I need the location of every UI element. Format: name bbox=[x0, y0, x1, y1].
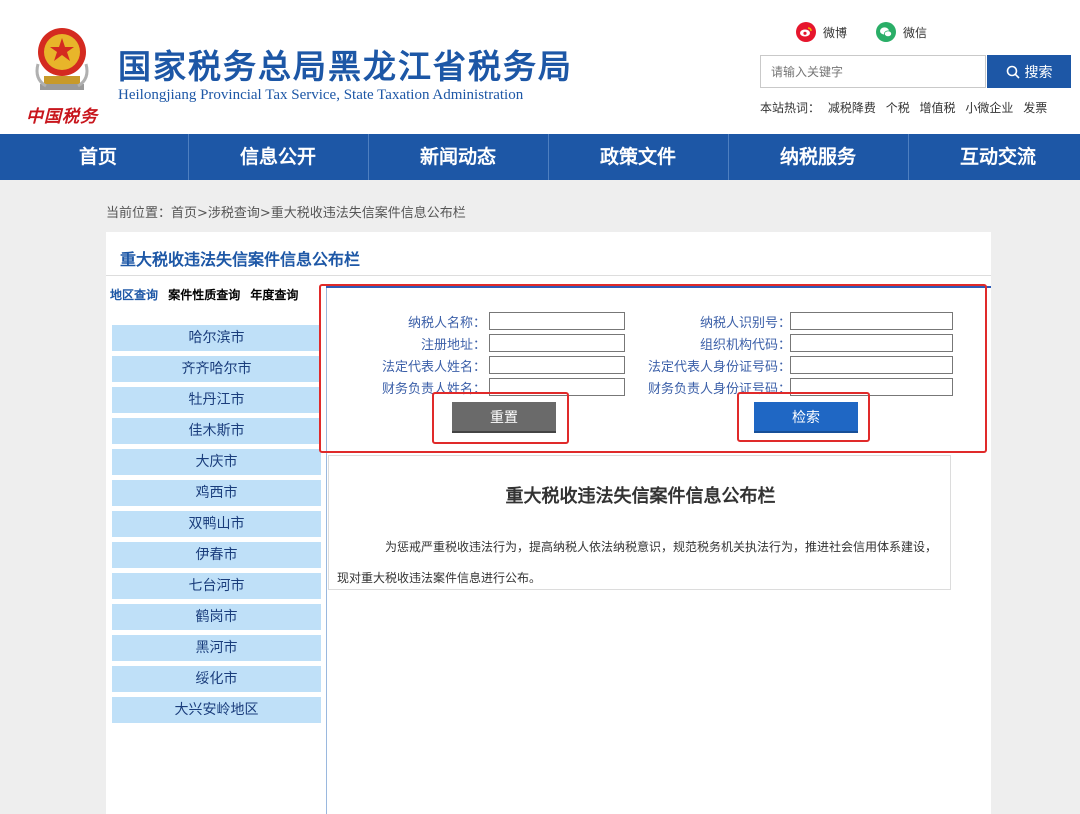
city-item[interactable]: 齐齐哈尔市 bbox=[112, 356, 321, 382]
nav-item-policy[interactable]: 政策文件 bbox=[548, 134, 728, 180]
nav-item-interaction[interactable]: 互动交流 bbox=[908, 134, 1080, 180]
nav-item-tax-service[interactable]: 纳税服务 bbox=[728, 134, 908, 180]
form-highlight-box bbox=[319, 284, 987, 453]
city-item[interactable]: 七台河市 bbox=[112, 573, 321, 599]
weibo-label: 微博 bbox=[823, 25, 848, 40]
hot-word-link[interactable]: 减税降费 bbox=[828, 101, 876, 115]
wechat-icon bbox=[876, 22, 896, 42]
site-subtitle: Heilongjiang Provincial Tax Service, Sta… bbox=[118, 87, 524, 103]
hot-word-link[interactable]: 增值税 bbox=[920, 101, 956, 115]
city-item[interactable]: 牡丹江市 bbox=[112, 387, 321, 413]
nav-item-info-disclosure[interactable]: 信息公开 bbox=[188, 134, 368, 180]
hot-word-link[interactable]: 个税 bbox=[886, 101, 910, 115]
emblem-calligraphy: 中国税务 bbox=[26, 107, 98, 127]
notice-box: 重大税收违法失信案件信息公布栏 为惩戒严重税收违法行为，提高纳税人依法纳税意识，… bbox=[328, 455, 951, 590]
wechat-label: 微信 bbox=[903, 25, 928, 40]
wechat-link[interactable]: 微信 bbox=[876, 22, 927, 42]
hot-words: 本站热词： 减税降费 个税 增值税 小微企业 发票 bbox=[760, 99, 1053, 116]
notice-text: 为惩戒严重税收违法行为，提高纳税人依法纳税意识，规范税务机关执法行为，推进社会信… bbox=[337, 540, 938, 585]
tab-region-query[interactable]: 地区查询 bbox=[110, 288, 158, 302]
nav-item-news[interactable]: 新闻动态 bbox=[368, 134, 548, 180]
main-nav: 首页 信息公开 新闻动态 政策文件 纳税服务 互动交流 bbox=[0, 134, 1080, 180]
search-highlight-box bbox=[737, 392, 870, 442]
city-item[interactable]: 哈尔滨市 bbox=[112, 325, 321, 351]
notice-title: 重大税收违法失信案件信息公布栏 bbox=[505, 486, 776, 507]
city-item[interactable]: 鹤岗市 bbox=[112, 604, 321, 630]
hot-words-label: 本站热词： bbox=[760, 101, 821, 115]
search-input[interactable] bbox=[760, 55, 986, 88]
hot-word-link[interactable]: 小微企业 bbox=[965, 101, 1013, 115]
city-item[interactable]: 佳木斯市 bbox=[112, 418, 321, 444]
tab-case-type-query[interactable]: 案件性质查询 bbox=[168, 288, 240, 302]
panel-title: 重大税收违法失信案件信息公布栏 bbox=[120, 250, 361, 269]
city-list: 哈尔滨市 齐齐哈尔市 牡丹江市 佳木斯市 大庆市 鸡西市 双鸭山市 伊春市 七台… bbox=[112, 325, 321, 728]
tax-emblem-logo[interactable]: 中国税务 bbox=[22, 24, 102, 127]
emblem-icon bbox=[35, 28, 89, 90]
search-icon bbox=[1006, 65, 1020, 79]
nav-item-home[interactable]: 首页 bbox=[8, 134, 188, 180]
query-tabs: 地区查询 案件性质查询 年度查询 bbox=[110, 286, 304, 303]
site-header: 中国税务 国家税务总局黑龙江省税务局 Heilongjiang Provinci… bbox=[0, 0, 1080, 134]
weibo-link[interactable]: 微博 bbox=[796, 22, 847, 42]
search-button[interactable]: 搜索 bbox=[987, 55, 1071, 88]
city-item[interactable]: 双鸭山市 bbox=[112, 511, 321, 537]
city-item[interactable]: 伊春市 bbox=[112, 542, 321, 568]
reset-highlight-box bbox=[432, 392, 569, 444]
breadcrumb: 当前位置：首页>涉税查询>重大税收违法失信案件信息公布栏 bbox=[106, 206, 466, 221]
city-item[interactable]: 黑河市 bbox=[112, 635, 321, 661]
city-item[interactable]: 鸡西市 bbox=[112, 480, 321, 506]
main-panel: 重大税收违法失信案件信息公布栏 地区查询 案件性质查询 年度查询 哈尔滨市 齐齐… bbox=[106, 232, 991, 814]
site-title[interactable]: 国家税务总局黑龙江省税务局 bbox=[118, 40, 573, 88]
panel-divider bbox=[106, 275, 991, 276]
city-item[interactable]: 大兴安岭地区 bbox=[112, 697, 321, 723]
hot-word-link[interactable]: 发票 bbox=[1023, 101, 1047, 115]
tab-year-query[interactable]: 年度查询 bbox=[250, 288, 298, 302]
city-item[interactable]: 大庆市 bbox=[112, 449, 321, 475]
weibo-icon bbox=[796, 22, 816, 42]
city-item[interactable]: 绥化市 bbox=[112, 666, 321, 692]
search-button-label: 搜索 bbox=[1024, 63, 1053, 80]
